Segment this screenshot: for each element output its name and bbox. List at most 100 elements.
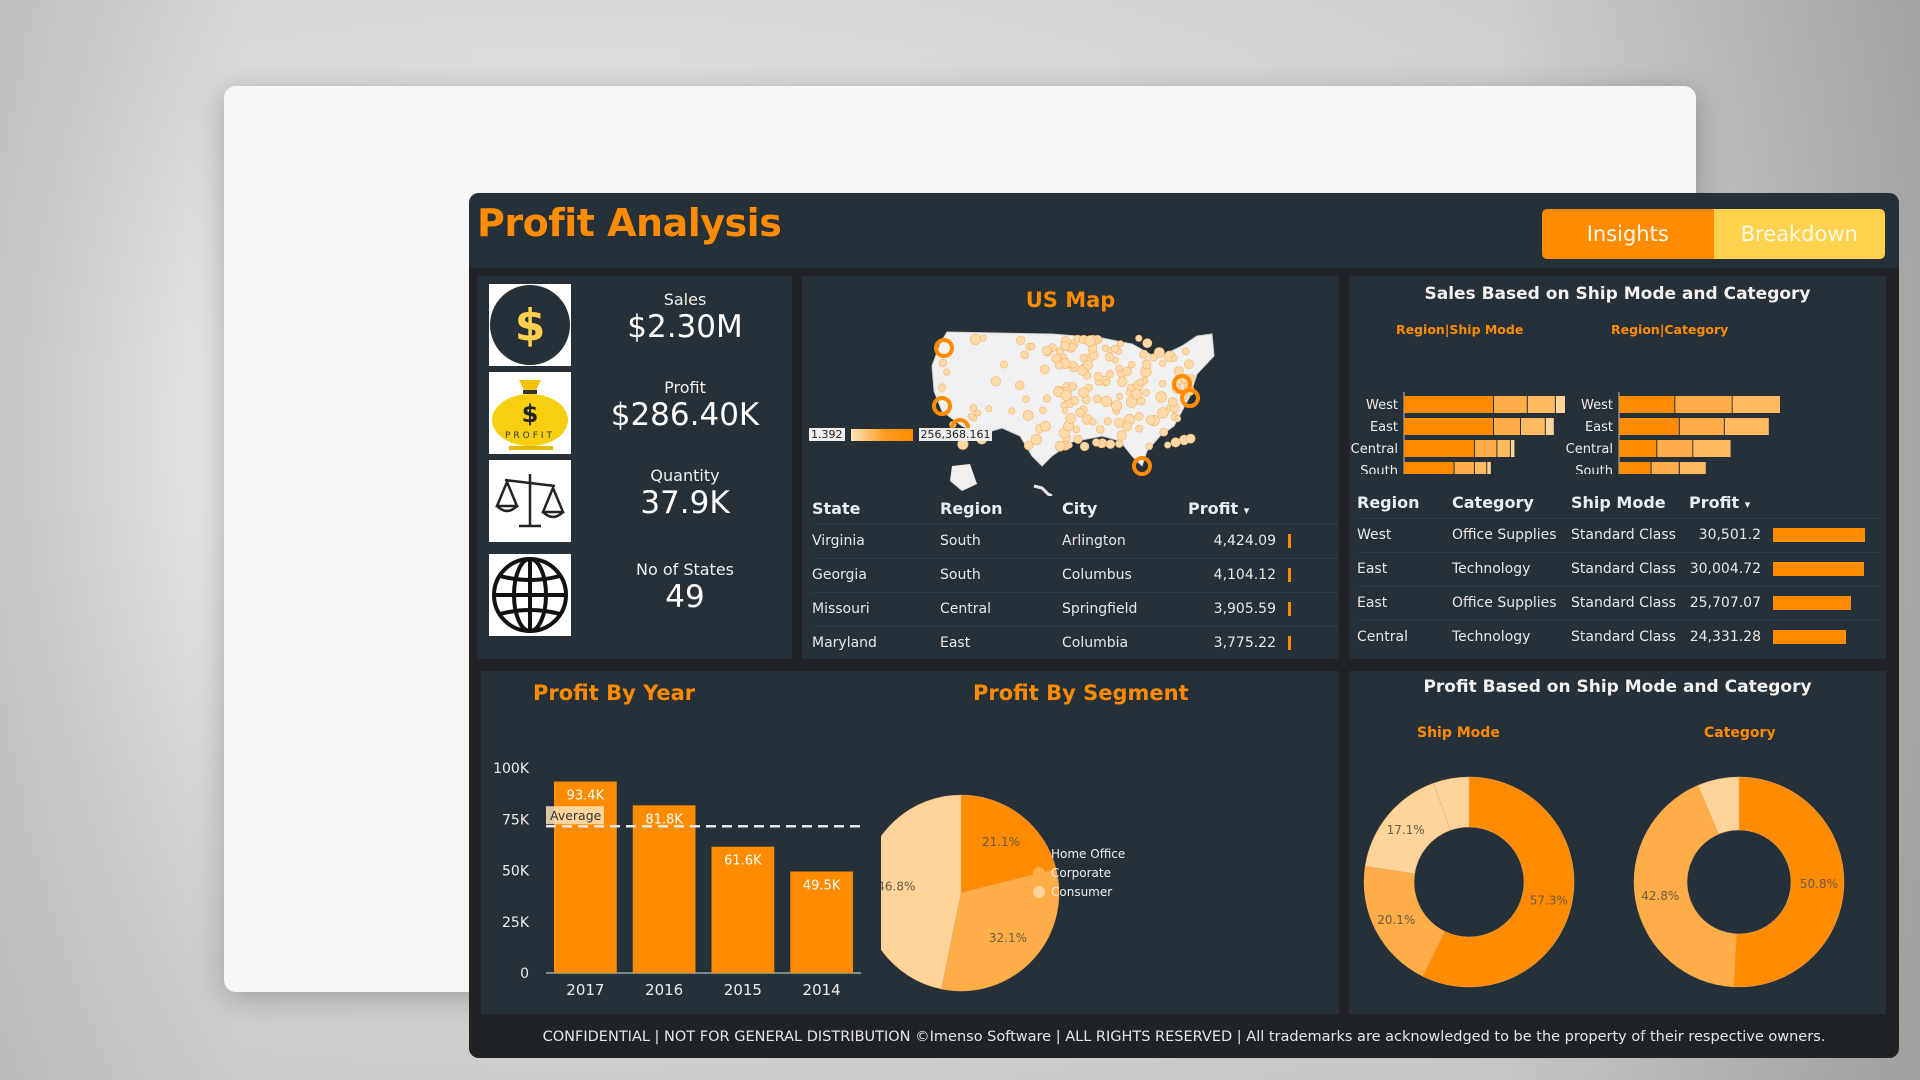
city-marker[interactable] [1110,400,1122,412]
table-row[interactable]: Missouri Central Springfield 3,905.59 [812,591,1337,626]
table-row[interactable]: East Office Supplies Standard Class 25,707.… [1357,585,1882,620]
city-marker[interactable] [1127,360,1136,369]
legend-label[interactable]: Consumer [1051,885,1112,899]
bar-segment[interactable] [1494,418,1520,435]
city-marker[interactable] [1054,361,1064,370]
city-marker[interactable] [1115,364,1123,373]
city-marker[interactable] [1142,338,1153,349]
bar-segment[interactable] [1657,440,1693,457]
col-region[interactable]: Region [1357,488,1452,518]
city-marker[interactable] [1111,344,1120,353]
city-marker[interactable] [1130,388,1142,400]
col-profit[interactable]: Profit ▾ [1689,488,1773,518]
bar-segment[interactable] [1494,396,1527,413]
bar-segment[interactable] [1487,462,1491,474]
city-marker[interactable] [1181,347,1190,356]
city-marker[interactable] [1073,434,1083,444]
table-row[interactable]: Maryland East Columbia 3,775.22 [812,625,1337,660]
col-ship-mode[interactable]: Ship Mode [1571,488,1689,518]
city-marker[interactable] [1105,369,1114,379]
bar-segment[interactable] [1619,396,1675,413]
city-marker[interactable] [1184,359,1194,370]
city-marker[interactable] [1135,424,1143,433]
city-marker[interactable] [1016,335,1026,345]
city-marker[interactable] [1040,420,1051,432]
city-marker[interactable] [979,334,987,342]
city-marker[interactable] [1157,407,1169,419]
bar-segment[interactable] [1474,462,1487,474]
city-marker[interactable] [1000,360,1008,369]
bar-segment[interactable] [1724,418,1769,435]
city-marker[interactable] [1103,379,1110,386]
sort-desc-icon[interactable]: ▾ [1244,504,1250,517]
city-marker[interactable] [1079,441,1090,452]
city-marker[interactable] [1084,335,1096,347]
table-row[interactable]: Virginia South Arlington 4,424.09 [812,523,1337,558]
city-marker[interactable] [1020,350,1029,360]
city-marker[interactable] [1023,440,1034,451]
city-marker[interactable] [1060,401,1068,409]
city-marker[interactable] [1149,353,1158,362]
city-marker[interactable] [1060,389,1072,401]
table-row[interactable]: West Office Supplies Standard Class 30,501.… [1357,517,1882,552]
bar-segment[interactable] [1679,462,1706,474]
bar-segment[interactable] [1619,440,1657,457]
city-marker[interactable] [1078,387,1089,398]
us-map[interactable] [802,316,1339,496]
bar-segment[interactable] [1693,440,1731,457]
col-state[interactable]: State [812,494,940,524]
city-marker[interactable] [1185,433,1196,444]
city-marker[interactable] [1164,441,1172,449]
table-row[interactable]: East Technology Standard Class 30,004.72 [1357,551,1882,586]
legend-label[interactable]: Corporate [1051,866,1111,880]
city-marker[interactable] [1103,417,1112,426]
city-marker[interactable] [1093,371,1104,382]
city-marker[interactable] [1125,389,1133,396]
city-marker[interactable] [1093,394,1102,404]
city-marker[interactable] [1042,394,1051,403]
city-marker[interactable] [985,405,993,413]
table-row[interactable]: Central Technology Standard Class 24,331.28 [1357,619,1882,654]
city-marker[interactable] [969,333,981,345]
col-region[interactable]: Region [940,494,1062,524]
bar-segment[interactable] [1619,418,1679,435]
city-marker[interactable] [1114,417,1125,428]
city-marker[interactable] [1023,410,1034,421]
city-marker[interactable] [1168,397,1178,407]
city-marker[interactable] [1135,334,1143,342]
city-marker[interactable] [1105,439,1116,449]
bar-segment[interactable] [1732,396,1780,413]
bar-segment[interactable] [1651,462,1679,474]
city-marker[interactable] [1122,366,1132,377]
city-marker[interactable] [1100,395,1113,407]
city-marker[interactable] [1142,389,1150,397]
bar-segment[interactable] [1454,462,1474,474]
city-marker[interactable] [1145,442,1154,451]
city-marker[interactable] [1066,441,1073,449]
city-marker[interactable] [1039,406,1047,415]
city-marker[interactable] [1069,360,1077,369]
bar-segment[interactable] [1404,440,1474,457]
col-category[interactable]: Category [1452,488,1571,518]
city-marker[interactable] [1015,380,1025,391]
insights-button[interactable]: Insights [1542,209,1714,259]
breakdown-button[interactable]: Breakdown [1713,209,1885,259]
col-city[interactable]: City [1062,494,1188,524]
bar-segment[interactable] [1545,418,1554,435]
city-marker[interactable] [1008,407,1016,415]
city-marker[interactable] [1170,354,1178,362]
sort-desc-icon[interactable]: ▾ [1745,498,1751,511]
city-marker[interactable] [937,383,947,392]
city-marker[interactable] [1070,396,1080,406]
bar-segment[interactable] [1555,396,1565,413]
city-marker[interactable] [1039,364,1050,375]
bar-segment[interactable] [1521,418,1545,435]
city-marker[interactable] [1115,439,1124,448]
city-marker[interactable] [1060,340,1071,351]
city-marker[interactable] [1170,437,1181,448]
year-bar[interactable] [632,805,696,973]
table-row[interactable]: Georgia South Columbus 4,104.12 [812,557,1337,592]
city-marker[interactable] [1117,376,1128,387]
city-marker[interactable] [1116,430,1127,441]
city-marker[interactable] [1022,395,1030,403]
